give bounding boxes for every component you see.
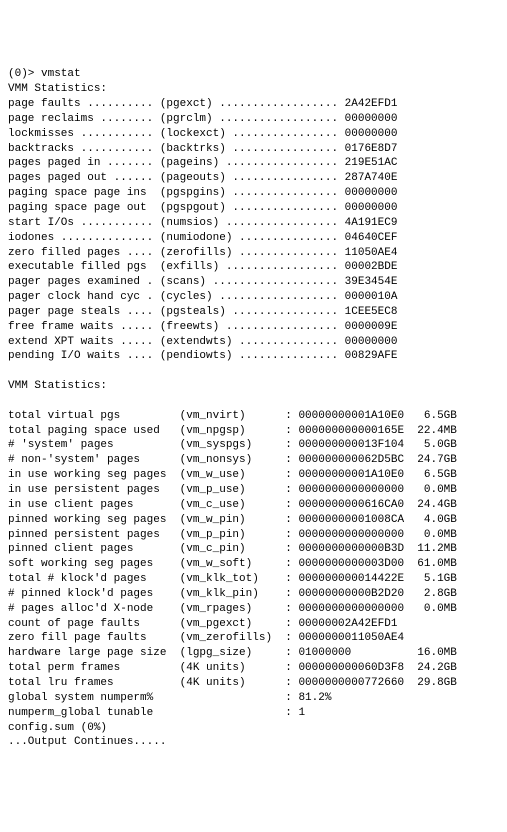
stat2-row-19: global system numperm% : 81.2% <box>8 691 499 706</box>
stat1-row-9: iodones .............. (numiodone) .....… <box>8 231 499 246</box>
stat1-row-0: page faults .......... (pgexct) ........… <box>8 97 499 112</box>
stat1-row-5: pages paged out ...... (pageouts) ......… <box>8 171 499 186</box>
command-prompt: (0)> vmstat <box>8 67 499 82</box>
stat2-row-12: # pinned klock'd pages (vm_klk_pin) : 00… <box>8 587 499 602</box>
footer-config: config.sum (0%) <box>8 721 499 736</box>
stat2-row-1: total paging space used (vm_npgsp) : 000… <box>8 424 499 439</box>
stat2-row-16: hardware large page size (lgpg_size) : 0… <box>8 646 499 661</box>
blank <box>8 364 499 379</box>
stat2-row-8: pinned persistent pages (vm_p_pin) : 000… <box>8 528 499 543</box>
stat2-row-2: # 'system' pages (vm_syspgs) : 000000000… <box>8 438 499 453</box>
stat2-row-13: # pages alloc'd X-node (vm_rpages) : 000… <box>8 602 499 617</box>
stat2-row-15: zero fill page faults (vm_zerofills) : 0… <box>8 631 499 646</box>
stat1-row-6: paging space page ins (pgspgins) .......… <box>8 186 499 201</box>
stat2-row-17: total perm frames (4K units) : 000000000… <box>8 661 499 676</box>
stat2-row-10: soft working seg pages (vm_w_soft) : 000… <box>8 557 499 572</box>
footer-continues: ...Output Continues..... <box>8 735 499 750</box>
stat2-row-7: pinned working seg pages (vm_w_pin) : 00… <box>8 513 499 528</box>
stat1-row-11: executable filled pgs (exfills) ........… <box>8 260 499 275</box>
stat1-row-8: start I/Os ........... (numsios) .......… <box>8 216 499 231</box>
stat2-row-6: in use client pages (vm_c_use) : 0000000… <box>8 498 499 513</box>
stat2-row-14: count of page faults (vm_pgexct) : 00000… <box>8 617 499 632</box>
stat1-row-10: zero filled pages .... (zerofills) .....… <box>8 246 499 261</box>
stat1-row-7: paging space page out (pgspgout) .......… <box>8 201 499 216</box>
stat1-row-4: pages paged in ....... (pageins) .......… <box>8 156 499 171</box>
stat1-row-1: page reclaims ........ (pgrclm) ........… <box>8 112 499 127</box>
stat1-row-17: pending I/O waits .... (pendiowts) .....… <box>8 349 499 364</box>
stat1-row-15: free frame waits ..... (freewts) .......… <box>8 320 499 335</box>
stat1-row-13: pager clock hand cyc . (cycles) ........… <box>8 290 499 305</box>
stat2-row-20: numperm_global tunable : 1 <box>8 706 499 721</box>
stat2-row-9: pinned client pages (vm_c_pin) : 0000000… <box>8 542 499 557</box>
stat2-row-11: total # klock'd pages (vm_klk_tot) : 000… <box>8 572 499 587</box>
blank <box>8 394 499 409</box>
stat1-row-12: pager pages examined . (scans) .........… <box>8 275 499 290</box>
stat2-row-3: # non-'system' pages (vm_nonsys) : 00000… <box>8 453 499 468</box>
stat1-row-2: lockmisses ........... (lockexct) ......… <box>8 127 499 142</box>
stat2-row-4: in use working seg pages (vm_w_use) : 00… <box>8 468 499 483</box>
section2-title: VMM Statistics: <box>8 379 499 394</box>
section1-title: VMM Statistics: <box>8 82 499 97</box>
stat2-row-5: in use persistent pages (vm_p_use) : 000… <box>8 483 499 498</box>
stat2-row-18: total lru frames (4K units) : 0000000000… <box>8 676 499 691</box>
stat1-row-16: extend XPT waits ..... (extendwts) .....… <box>8 335 499 350</box>
stat2-row-0: total virtual pgs (vm_nvirt) : 000000000… <box>8 409 499 424</box>
stat1-row-3: backtracks ........... (backtrks) ......… <box>8 142 499 157</box>
stat1-row-14: pager page steals .... (pgsteals) ......… <box>8 305 499 320</box>
